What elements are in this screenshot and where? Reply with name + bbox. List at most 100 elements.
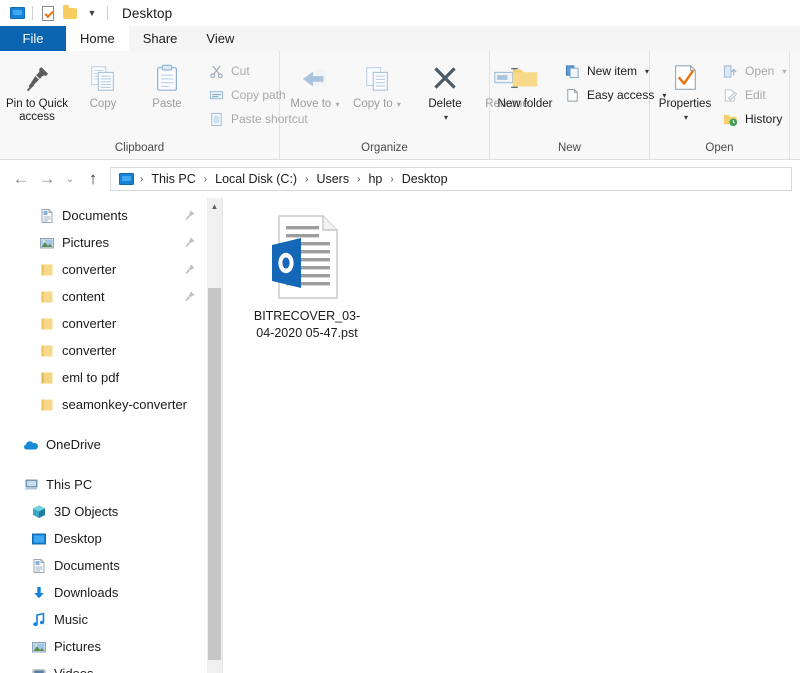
sidebar-item-content[interactable]: content	[0, 283, 222, 310]
scroll-up-arrow-icon[interactable]: ▲	[207, 198, 222, 214]
list-item[interactable]: BITRECOVER_03-04-2020 05-47.pst	[241, 212, 373, 342]
folder-icon	[38, 315, 55, 332]
pin-to-quick-access-button[interactable]: Pin to Quick access	[6, 57, 68, 124]
ribbon-group-clipboard: Pin to Quick access Copy Paste Cut Copy …	[0, 51, 308, 159]
sidebar-item-documents[interactable]: Documents	[0, 552, 222, 579]
new-folder-button[interactable]: New folder	[494, 57, 556, 111]
delete-icon	[430, 61, 460, 95]
address-input[interactable]: › This PC › Local Disk (C:) › Users › hp…	[110, 167, 792, 191]
invert-selection-button[interactable]	[795, 108, 800, 130]
sidebar-item-music[interactable]: Music	[0, 606, 222, 633]
recent-locations-button[interactable]: ⌄	[60, 166, 80, 192]
pin-icon[interactable]	[183, 290, 196, 303]
select-all-button[interactable]	[795, 60, 800, 82]
explorer-icon[interactable]	[6, 3, 28, 23]
copy-button[interactable]: Copy	[72, 57, 134, 111]
navigation-scrollbar[interactable]: ▲	[207, 198, 222, 673]
tab-file[interactable]: File	[0, 26, 66, 51]
select-group-label	[790, 137, 800, 159]
file-list-pane[interactable]: BITRECOVER_03-04-2020 05-47.pst	[222, 198, 800, 673]
ribbon: Pin to Quick access Copy Paste Cut Copy …	[0, 51, 800, 160]
new-group-label: New	[557, 142, 581, 154]
sidebar-label: Documents	[54, 558, 120, 573]
forward-button[interactable]: →	[34, 166, 60, 192]
open-small-buttons: Open ▾ Edit History	[718, 57, 790, 130]
sidebar-item-converter-1[interactable]: converter	[0, 256, 222, 283]
breadcrumb-users[interactable]: Users	[313, 172, 352, 186]
back-button[interactable]: ←	[8, 166, 34, 192]
pin-icon[interactable]	[183, 209, 196, 222]
sidebar-item-documents-qa[interactable]: Documents	[0, 202, 222, 229]
edit-button[interactable]: Edit	[718, 84, 790, 106]
open-caret-icon: ▾	[782, 66, 787, 76]
breadcrumb-hp[interactable]: hp	[365, 172, 385, 186]
breadcrumb-local-disk[interactable]: Local Disk (C:)	[212, 172, 300, 186]
pictures-icon	[38, 234, 55, 251]
sidebar-item-this-pc[interactable]: This PC	[0, 471, 222, 498]
move-to-button[interactable]: Move to ▾	[284, 57, 346, 111]
title-divider	[107, 6, 108, 20]
properties-caret-icon: ▾	[683, 113, 688, 122]
sidebar-label: seamonkey-converter	[62, 397, 187, 412]
sidebar-item-seamonkey-converter[interactable]: seamonkey-converter	[0, 391, 222, 418]
this-pc-icon	[22, 476, 39, 493]
move-to-caret-icon: ▾	[333, 100, 340, 109]
breadcrumb-this-pc[interactable]: This PC	[148, 172, 198, 186]
sidebar-item-3d-objects[interactable]: 3D Objects	[0, 498, 222, 525]
sidebar-label: content	[62, 289, 105, 304]
delete-button[interactable]: Delete ▾	[414, 57, 476, 124]
cut-label: Cut	[231, 64, 250, 78]
copy-to-icon	[362, 61, 392, 95]
tab-view[interactable]: View	[191, 26, 250, 51]
breadcrumb-desktop[interactable]: Desktop	[399, 172, 451, 186]
sidebar-item-converter-2[interactable]: converter	[0, 310, 222, 337]
paste-icon	[152, 61, 182, 95]
downloads-icon	[30, 584, 47, 601]
copy-to-button[interactable]: Copy to ▾	[346, 57, 408, 111]
folder-icon	[38, 369, 55, 386]
open-button[interactable]: Open ▾	[718, 60, 790, 82]
new-folder-icon[interactable]	[59, 3, 81, 23]
clipboard-group-label: Clipboard	[114, 142, 165, 154]
breadcrumb-separator: ›	[305, 173, 309, 185]
sidebar-item-desktop[interactable]: Desktop	[0, 525, 222, 552]
history-label: History	[745, 112, 783, 126]
copy-label: Copy	[89, 98, 117, 110]
sidebar-label: Videos	[54, 666, 94, 673]
paste-label: Paste	[152, 98, 182, 110]
sidebar-item-converter-3[interactable]: converter	[0, 337, 222, 364]
tab-share[interactable]: Share	[128, 26, 192, 51]
scrollbar-thumb[interactable]	[208, 288, 221, 660]
sidebar-item-videos[interactable]: Videos	[0, 660, 222, 673]
documents-icon	[38, 207, 55, 224]
properties-icon[interactable]	[37, 3, 59, 23]
pin-icon[interactable]	[183, 236, 196, 249]
folder-icon	[38, 288, 55, 305]
onedrive-icon	[22, 436, 39, 453]
sidebar-item-pictures-qa[interactable]: Pictures	[0, 229, 222, 256]
breadcrumb-separator: ›	[390, 173, 394, 185]
edit-label: Edit	[745, 88, 766, 102]
history-button[interactable]: History	[718, 108, 790, 130]
sidebar-label: eml to pdf	[62, 370, 120, 385]
videos-icon	[30, 665, 47, 673]
paste-button[interactable]: Paste	[136, 57, 198, 111]
select-none-button[interactable]	[795, 84, 800, 106]
ribbon-group-organize: Move to ▾ Copy to ▾ Delete ▾ Rename Orga…	[280, 51, 529, 159]
sidebar-item-downloads[interactable]: Downloads	[0, 579, 222, 606]
sidebar-item-eml-to-pdf[interactable]: eml to pdf	[0, 364, 222, 391]
pin-icon[interactable]	[183, 263, 196, 276]
up-button[interactable]: ↑	[80, 166, 106, 192]
sidebar-item-onedrive[interactable]: OneDrive	[0, 431, 222, 458]
navigation-pane: Documents Pictures converter content con…	[0, 198, 222, 673]
nav-section-gap	[0, 458, 222, 471]
sidebar-label: converter	[62, 343, 117, 358]
new-item-caret-icon: ▾	[645, 66, 650, 76]
new-item-label: New item	[587, 64, 638, 78]
sidebar-label: 3D Objects	[54, 504, 119, 519]
chevron-down-icon[interactable]: ▼	[81, 3, 103, 23]
properties-button[interactable]: Properties ▾	[654, 57, 716, 124]
tab-home[interactable]: Home	[66, 26, 129, 51]
sidebar-label: Music	[54, 612, 88, 627]
sidebar-item-pictures[interactable]: Pictures	[0, 633, 222, 660]
